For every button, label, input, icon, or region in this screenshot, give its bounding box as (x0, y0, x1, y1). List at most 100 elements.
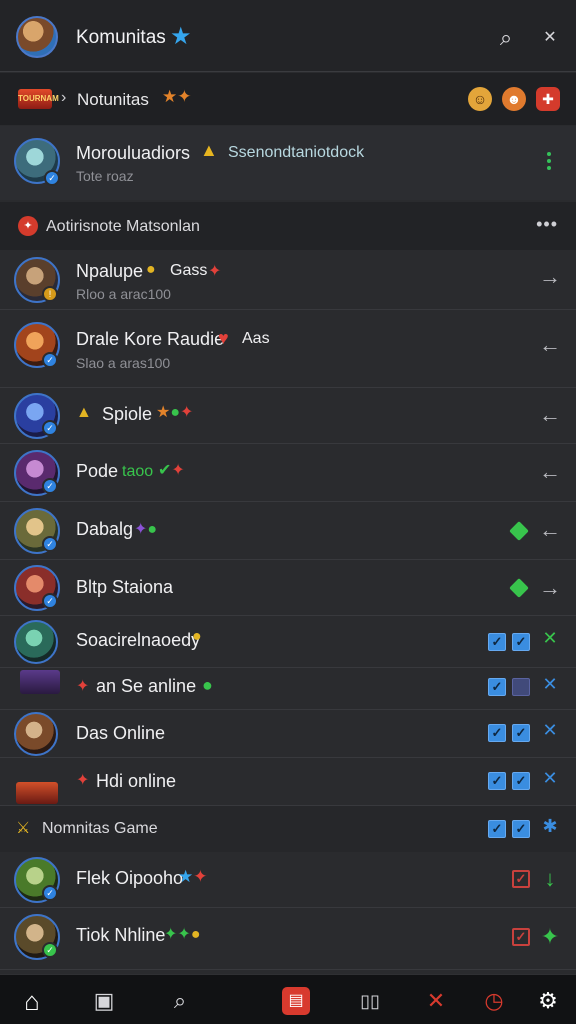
verified-badge-icon: ✓ (44, 170, 60, 186)
more-vert-icon[interactable] (546, 152, 552, 172)
checkbox[interactable] (512, 678, 530, 696)
member-name: an Se anline (96, 676, 197, 696)
close-icon[interactable]: ✕ (538, 628, 562, 649)
arrow-right-icon[interactable]: → (538, 264, 562, 290)
coin-icon: ● (146, 261, 156, 278)
list-item[interactable]: ✓ ▲ Spiole ★●✦ ← (0, 388, 576, 444)
member-subtitle: Rloo a arac100 (76, 286, 171, 302)
emoji-icon[interactable]: ☺ (468, 87, 492, 111)
list-item[interactable]: ✓ Bltp Staiona → (0, 560, 576, 616)
member-name: Npalupe (76, 261, 144, 281)
featured-subtitle: Tote roaz (76, 168, 134, 184)
banner-thumbnail (16, 782, 58, 804)
featured-row[interactable]: ✓ Morouluadiors ▲ Ssenondtaniotdock Tote… (0, 126, 576, 200)
verified-badge-icon: ✓ (42, 478, 58, 494)
battle-icon[interactable]: ✕ (422, 987, 450, 1015)
member-avatar (14, 712, 58, 756)
badges-icon: ★✦ (178, 867, 208, 886)
verified-badge-icon: ✓ (42, 885, 58, 901)
member-avatar (14, 620, 58, 664)
member-name: Drale Kore Raudie (76, 329, 225, 349)
checkbox[interactable]: ✓ (488, 820, 506, 838)
close-icon[interactable]: ✕ (538, 720, 562, 741)
sparkle-icon[interactable]: ✦ (538, 924, 562, 950)
arrow-left-icon[interactable]: ← (538, 517, 562, 543)
member-name: Flek Oipooho (76, 868, 184, 888)
asterisk-icon[interactable]: ✱ (538, 816, 562, 837)
subheader-label[interactable]: Notunitas (77, 90, 149, 110)
page-title: Komunitas (76, 27, 166, 48)
verified-badge-icon: ✓ (42, 352, 58, 368)
gem-icon (509, 521, 529, 541)
home-icon[interactable]: ⌂ (18, 987, 46, 1015)
section-icon: ✦ (18, 216, 38, 236)
bell-icon: ▲ (200, 140, 218, 160)
arrow-left-icon[interactable]: ← (538, 332, 562, 358)
member-name: Das Online (76, 723, 166, 743)
checkbox[interactable]: ✓ (488, 678, 506, 696)
flame-icon: ✦ (208, 263, 222, 280)
status-badge: ✓ (42, 942, 58, 958)
checkbox[interactable]: ✓ (512, 633, 530, 651)
flame-icon: ✦ (76, 678, 90, 695)
search-icon[interactable]: ⌕ (166, 987, 194, 1015)
member-name: Bltp Staiona (76, 577, 174, 597)
verified-badge-icon: ✓ (42, 593, 58, 609)
arrow-left-icon[interactable]: ← (538, 459, 562, 485)
status-badge: ! (42, 286, 58, 302)
checkbox[interactable]: ✓ (488, 772, 506, 790)
member-name: Hdi online (96, 771, 177, 791)
list-item[interactable]: ✦ an Se anline ● ✓ ✕ (0, 668, 576, 710)
featured-name: Morouluadiors (76, 143, 191, 163)
user-avatar[interactable] (16, 16, 58, 58)
list-item[interactable]: ✦ Hdi online ✓ ✓ ✕ (0, 758, 576, 806)
section-header: ⚔ Nomnitas Game ✓ ✓ ✱ (0, 806, 576, 852)
clock-icon[interactable]: ◷ (480, 987, 508, 1015)
checkbox[interactable]: ✓ (512, 772, 530, 790)
gem-icon (509, 578, 529, 598)
search-icon[interactable]: ⌕ (492, 24, 520, 52)
more-horiz-icon[interactable]: ••• (536, 214, 558, 235)
arrow-right-icon[interactable]: → (538, 575, 562, 601)
star-badge-icon: ★✦ (162, 87, 192, 106)
gear-icon[interactable]: ⚙ (534, 987, 562, 1015)
arrow-down-icon[interactable]: ↓ (538, 866, 562, 892)
section-title: Aotirisnote Matsonlan (46, 218, 200, 235)
character-icon[interactable]: ☻ (502, 87, 526, 111)
member-name: Dabalg (76, 519, 134, 539)
arrow-left-icon[interactable]: ← (538, 402, 562, 428)
list-item[interactable]: ✓ Tiok Nhline ✦✦● ✓ ✦ (0, 908, 576, 970)
list-item[interactable]: Das Online ✓ ✓ ✕ (0, 710, 576, 758)
list-item[interactable]: ✓ Flek Oipooho ★✦ ✓ ↓ (0, 852, 576, 908)
checkbox[interactable]: ✓ (512, 870, 530, 888)
list-item[interactable]: ✓ Dabalg ✦● ← (0, 502, 576, 560)
list-item[interactable]: Soacirelnaoedy ● ✓ ✓ ✕ (0, 616, 576, 668)
list-item[interactable]: ✓ Drale Kore Raudie ♥ Aas Slao a aras100… (0, 310, 576, 388)
checkbox[interactable]: ✓ (488, 724, 506, 742)
add-icon[interactable]: ✚ (536, 87, 560, 111)
swords-icon: ⚔ (16, 820, 31, 837)
close-icon[interactable]: ✕ (538, 768, 562, 789)
checkbox[interactable]: ✓ (488, 633, 506, 651)
app-header: Komunitas ★ ⌕ ✕ (0, 0, 576, 72)
close-icon[interactable]: ✕ (536, 24, 564, 52)
banner-thumbnail (20, 670, 60, 694)
inbox-icon[interactable]: ▤ (282, 987, 310, 1015)
section-header: ✦ Aotirisnote Matsonlan ••• (0, 202, 576, 250)
list-item[interactable]: ! Npalupe ● Gass ✦ Rloo a arac100 → (0, 250, 576, 310)
checkbox[interactable]: ✓ (512, 724, 530, 742)
badges-icon: ✦● (134, 521, 158, 538)
book-icon[interactable]: ▯▯ (356, 987, 384, 1015)
map-icon[interactable]: ▣ (90, 987, 118, 1015)
checkbox[interactable]: ✓ (512, 820, 530, 838)
bottom-nav: ⌂ ▣ ⌕ ▤ ▯▯ ✕ ◷ ⚙ (0, 974, 576, 1024)
member-name: Spiole (102, 404, 153, 424)
badges-icon: ✔✦ (158, 462, 185, 479)
list-item[interactable]: ✓ Pode taoo ✔✦ ← (0, 444, 576, 502)
section-title: Nomnitas Game (42, 820, 158, 837)
close-icon[interactable]: ✕ (538, 674, 562, 695)
checkbox[interactable]: ✓ (512, 928, 530, 946)
sub-header: TOURNAM › Notunitas ★✦ ☺ ☻ ✚ (0, 73, 576, 125)
verified-badge-icon: ✓ (42, 420, 58, 436)
app-root: Komunitas ★ ⌕ ✕ TOURNAM › Notunitas ★✦ ☺… (0, 0, 576, 1024)
